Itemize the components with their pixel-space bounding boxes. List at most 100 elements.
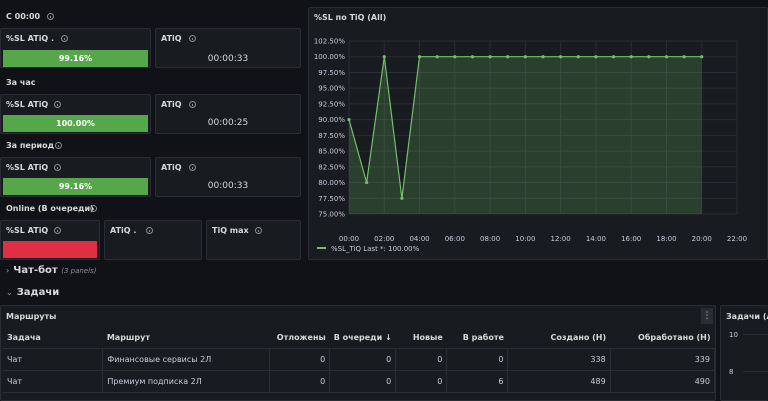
cell-new: 0 [395,370,448,393]
tasks-chart-title: Задачи (All [726,312,768,321]
panel-title: ATiQ . [110,226,137,235]
chevron-right-icon: › [6,266,10,275]
data-point [682,55,686,59]
column-header-in-queue[interactable]: В очереди ↓ [329,328,396,349]
sl-by-tiq-chart: 102.50% 100.00% 97.50% 95.00% 92.50% 90.00% 87… [314,38,747,254]
cell-postponed: 0 [269,348,331,371]
atiq-value: 00:00:33 [207,54,249,64]
chatbot-title: Чат-бот [13,265,58,276]
panel-title: ATiQ [161,34,182,43]
data-point [700,55,704,59]
data-point [611,55,616,59]
info-icon[interactable] [189,101,196,108]
column-header-in-work[interactable]: В работе [446,328,508,349]
data-point [382,55,386,59]
atiq-hour-panel: ATiQ 00:00:25 [155,94,301,134]
y-tick-label: 95.00% [318,85,345,93]
y-tick-label: 100.00% [314,53,345,61]
panel-title: ATiQ [161,100,182,109]
sl-atiq-period-panel: %SL ATiQ 99.16% [0,157,151,197]
cell-postponed: 0 [269,370,331,393]
x-tick-label: 00:00 [339,235,359,243]
section-hour-title: За час [6,78,36,87]
y-tick-label: 82.50% [318,163,345,171]
info-icon[interactable] [54,227,61,234]
y-tick-label: 85.00% [318,148,345,156]
tasks-title: Задачи [16,287,60,298]
sl-atiq-since-midnight-panel: %SL ATiQ . 99.16% [0,28,151,68]
chevron-down-icon: ⌄ [6,288,13,297]
info-icon[interactable] [54,101,61,108]
chatbot-row-header[interactable]: › Чат-бот (3 panels) [6,265,96,276]
routes-table: Задача Маршрут Отложены В очереди ↓ Новы… [3,328,716,393]
info-icon[interactable] [189,35,196,42]
column-header-postponed[interactable]: Отложены [269,328,330,349]
grid-line [743,334,768,335]
sl-value: 99.16% [3,178,148,195]
info-icon[interactable] [55,142,62,149]
sl-atiq-hour-panel: %SL ATiQ 100.00% [0,94,151,134]
panel-title: %SL ATiQ . [6,34,55,43]
data-point [559,55,563,59]
x-tick-label: 14:00 [586,235,606,243]
column-header-created[interactable]: Создано (Н) [507,328,611,349]
grid-line [743,371,768,372]
legend-label: %SL_TiQ Last *: 100.00% [331,245,420,253]
data-point [664,55,669,59]
data-point [400,196,404,200]
y-tick-label: 8 [729,368,734,376]
atiq-online-panel: ATiQ . [104,220,202,260]
section-period-title: За период [6,141,55,150]
sl-by-tiq-chart-panel: %SL по TiQ (All) 102.50% 100.00% 97.50% 95.… [308,7,768,260]
x-tick-label: 04:00 [409,235,429,243]
cell-task: Чат [3,348,104,371]
info-icon[interactable] [146,227,153,234]
y-tick-label: 80.00% [318,179,345,187]
tiq-max-online-panel: TiQ max [206,220,301,260]
data-point [506,55,510,59]
panel-menu-icon[interactable]: ⋮ [701,308,713,324]
info-icon[interactable] [61,35,68,42]
tasks-row-header[interactable]: ⌄ Задачи [6,287,59,298]
cell-in-work: 6 [446,370,509,393]
info-icon[interactable] [54,164,61,171]
cell-in-queue: 0 [329,370,397,393]
data-point [365,180,369,185]
panel-title: ATiQ [161,163,182,172]
sl-value-bar [3,241,97,258]
column-header-task[interactable]: Задача [3,328,103,349]
data-point [541,55,545,59]
info-icon[interactable] [90,205,97,212]
y-tick-label: 75.00% [318,211,345,219]
atiq-value: 00:00:25 [207,118,249,128]
routes-title: Маршруты [6,312,57,321]
data-point [629,55,633,59]
routes-table-panel: Маршруты ⋮ Задача Маршрут Отложены В оче… [0,305,716,401]
info-icon[interactable] [255,227,262,234]
sl-value: 99.16% [3,50,148,67]
table-row: Чат Премиум подписка 2Л 0 0 0 6 489 490 [3,370,716,393]
panel-title: TiQ max [212,226,249,235]
data-point [576,55,580,59]
cell-processed: 339 [610,348,716,371]
table-header-row: Задача Маршрут Отложены В очереди ↓ Новы… [3,328,715,349]
cell-in-queue: 0 [329,348,397,371]
info-icon[interactable] [189,164,196,171]
cell-in-work: 0 [446,348,509,371]
data-point [453,55,457,59]
info-icon[interactable] [47,13,54,20]
panel-title: %SL ATiQ [6,100,49,109]
column-header-route[interactable]: Маршрут [102,328,269,349]
column-header-processed[interactable]: Обработано (Н) [610,328,715,349]
atiq-value: 00:00:33 [207,181,249,191]
data-point [647,55,651,59]
data-point [347,118,351,122]
section-since-midnight-title: С 00:00 [6,12,41,21]
cell-created: 489 [507,370,611,393]
column-header-new[interactable]: Новые [395,328,447,349]
sl-atiq-online-panel: %SL ATiQ [0,220,100,260]
table-row: Чат Финансовые сервисы 2Л 0 0 0 0 338 33… [3,348,716,371]
x-tick-label: 12:00 [551,235,571,243]
data-point [417,55,422,59]
chatbot-panel-count: (3 panels) [61,267,97,275]
